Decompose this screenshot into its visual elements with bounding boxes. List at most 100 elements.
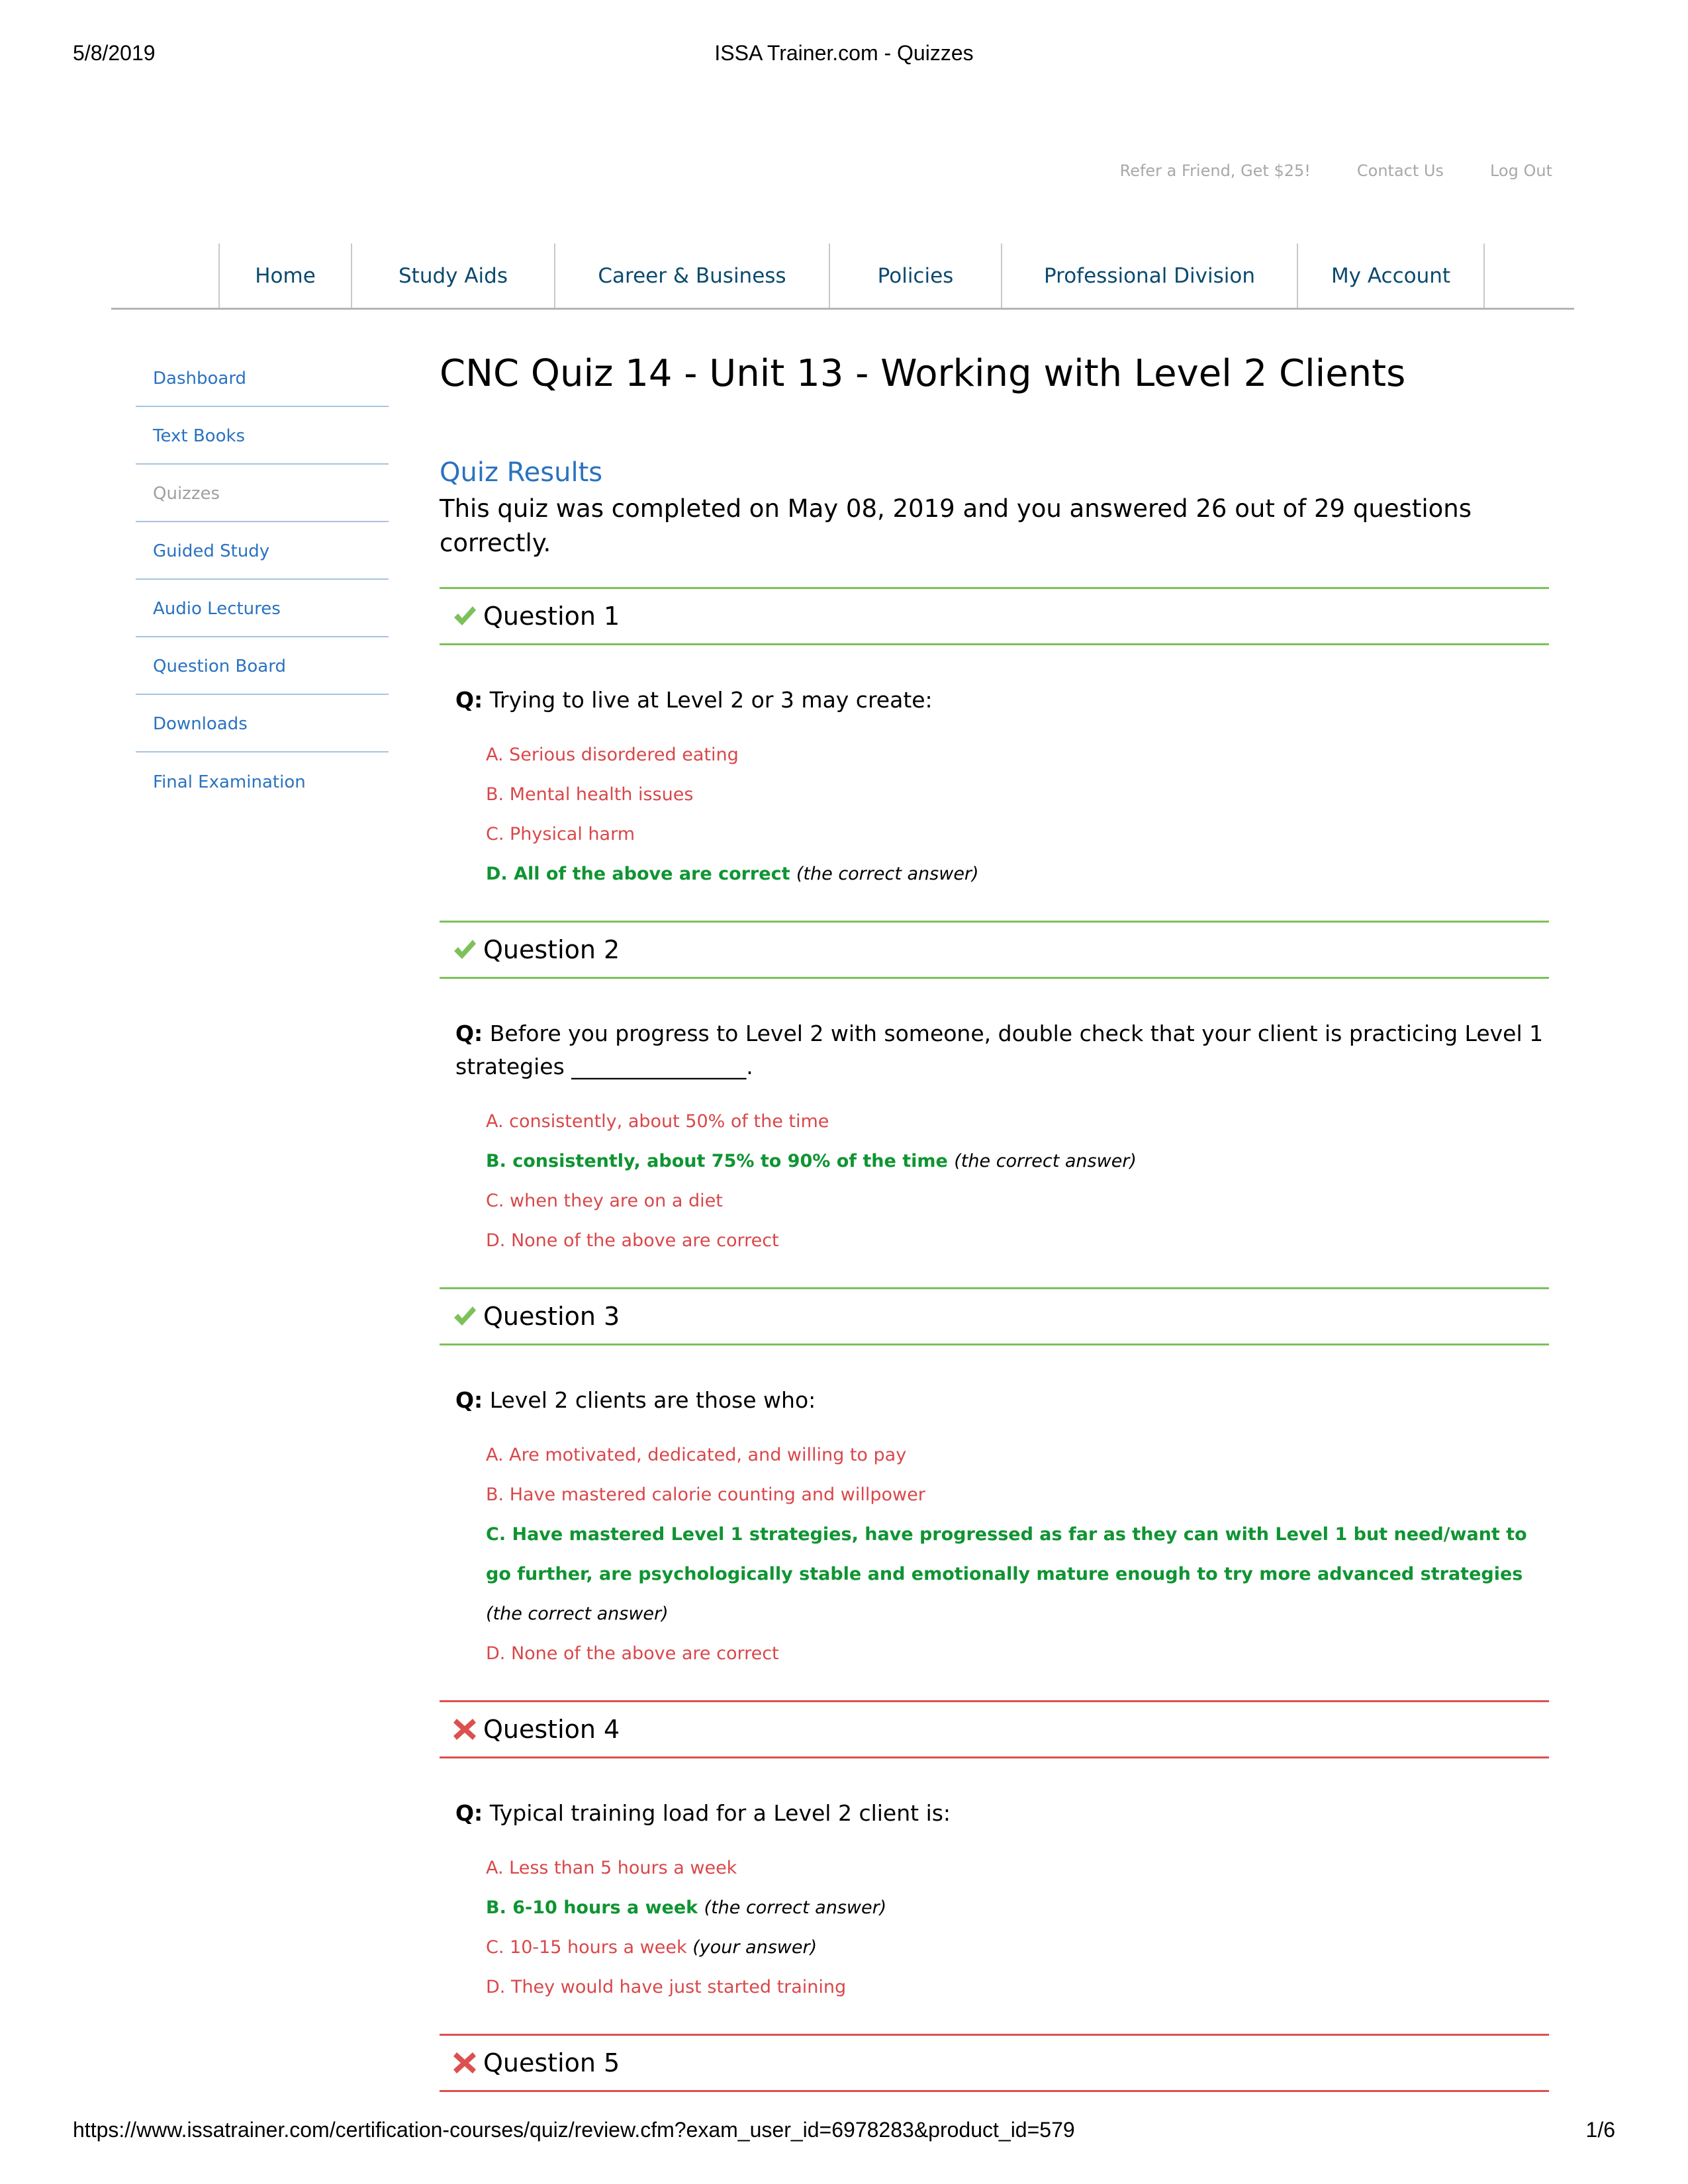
your-answer-note: (your answer) [692, 1937, 818, 1958]
sidebar-item-text-books[interactable]: Text Books [136, 408, 389, 465]
sidebar-item-label[interactable]: Question Board [153, 657, 286, 676]
log-out-link[interactable]: Log Out [1490, 161, 1552, 180]
question-block: Question 4 Q: Typical training load for a… [440, 1700, 1549, 2007]
question-body: Level 2 clients are those who: [489, 1387, 816, 1413]
answer-list: A. Serious disordered eating B. Mental he… [440, 717, 1549, 894]
nav-home[interactable]: Home [220, 244, 352, 308]
question-block: Question 1 Q: Trying to live at Level 2 o… [440, 587, 1549, 894]
refer-friend-link[interactable]: Refer a Friend, Get $25! [1120, 161, 1311, 180]
question-prefix: Q: [455, 1800, 483, 1826]
question-header: Question 2 [440, 921, 1549, 979]
question-label: Question 4 [483, 1715, 620, 1744]
answer-option: B. Have mastered calorie counting and wi… [486, 1475, 1549, 1515]
correct-answer-note: (the correct answer) [486, 1604, 669, 1624]
check-icon [451, 603, 478, 629]
answer-option: B. Mental health issues [486, 775, 1549, 815]
answer-option: C. Physical harm [486, 815, 1549, 854]
question-label: Question 2 [483, 935, 620, 964]
answer-option: C. 10-15 hours a week (your answer) [486, 1928, 1549, 1968]
sidebar-item-guided-study[interactable]: Guided Study [136, 523, 389, 580]
question-block: Question 3 Q: Level 2 clients are those w… [440, 1287, 1549, 1674]
nav-career-business[interactable]: Career & Business [555, 244, 830, 308]
sidebar-item-downloads[interactable]: Downloads [136, 696, 389, 752]
question-label: Question 5 [483, 2048, 620, 2077]
answer-text: B. Mental health issues [486, 784, 694, 805]
question-block: Question 5 [440, 2034, 1549, 2092]
print-url: https://www.issatrainer.com/certificatio… [73, 2118, 1075, 2142]
sidebar-item-label[interactable]: Audio Lectures [153, 599, 281, 619]
answer-text: D. They would have just started training [486, 1977, 847, 1997]
question-text: Q: Typical training load for a Level 2 c… [440, 1758, 1549, 1830]
question-body: Trying to live at Level 2 or 3 may creat… [489, 687, 933, 713]
answer-option: A. Serious disordered eating [486, 735, 1549, 775]
question-prefix: Q: [455, 1387, 483, 1413]
sidebar-item-audio-lectures[interactable]: Audio Lectures [136, 581, 389, 637]
nav-study-aids[interactable]: Study Aids [352, 244, 555, 308]
sidebar-item-label[interactable]: Guided Study [153, 541, 269, 561]
answer-text: A. consistently, about 50% of the time [486, 1111, 829, 1132]
sidebar-item-label[interactable]: Dashboard [153, 369, 246, 388]
question-text: Q: Trying to live at Level 2 or 3 may cr… [440, 645, 1549, 717]
answer-option-correct: B. 6-10 hours a week (the correct answer… [486, 1888, 1549, 1928]
question-label: Question 1 [483, 602, 620, 631]
question-label: Question 3 [483, 1302, 620, 1331]
question-spacer [440, 1261, 1549, 1287]
answer-option: D. None of the above are correct [486, 1221, 1549, 1261]
answer-text: B. consistently, about 75% to 90% of the… [486, 1151, 948, 1171]
sidebar-item-quizzes[interactable]: Quizzes [136, 466, 389, 522]
question-spacer [440, 1674, 1549, 1700]
correct-answer-note: (the correct answer) [954, 1151, 1137, 1171]
answer-text: A. Serious disordered eating [486, 745, 739, 765]
answer-text: B. 6-10 hours a week [486, 1897, 698, 1918]
nav-my-account[interactable]: My Account [1298, 244, 1485, 308]
answer-text: D. None of the above are correct [486, 1643, 779, 1664]
answer-text: A. Are motivated, dedicated, and willing… [486, 1445, 907, 1465]
question-header: Question 4 [440, 1700, 1549, 1758]
answer-option-correct: C. Have mastered Level 1 strategies, hav… [486, 1515, 1549, 1634]
sidebar-item-final-examination[interactable]: Final Examination [136, 754, 389, 810]
question-text: Q: Level 2 clients are those who: [440, 1345, 1549, 1417]
answer-text: C. Have mastered Level 1 strategies, hav… [486, 1524, 1527, 1584]
answer-option: D. They would have just started training [486, 1968, 1549, 2007]
question-list: Question 1 Q: Trying to live at Level 2 o… [440, 587, 1549, 2092]
question-prefix: Q: [455, 687, 483, 713]
sidebar-item-label[interactable]: Downloads [153, 714, 248, 734]
answer-option-correct: D. All of the above are correct (the cor… [486, 854, 1549, 894]
x-icon [451, 2050, 478, 2076]
sidebar: Dashboard Text Books Quizzes Guided Stud… [136, 351, 389, 811]
page-title: CNC Quiz 14 - Unit 13 - Working with Lev… [440, 352, 1406, 395]
answer-text: C. when they are on a diet [486, 1191, 723, 1211]
question-spacer [440, 2007, 1549, 2034]
sidebar-item-question-board[interactable]: Question Board [136, 639, 389, 695]
check-icon [451, 936, 478, 963]
sidebar-item-label[interactable]: Final Examination [153, 772, 306, 792]
question-body: Typical training load for a Level 2 clie… [489, 1800, 951, 1826]
quiz-results-summary: This quiz was completed on May 08, 2019 … [440, 494, 1472, 557]
nav-policies[interactable]: Policies [830, 244, 1002, 308]
answer-list: A. consistently, about 50% of the time B.… [440, 1083, 1549, 1261]
answer-option: D. None of the above are correct [486, 1634, 1549, 1674]
question-header: Question 5 [440, 2034, 1549, 2092]
print-title: ISSA Trainer.com - Quizzes [714, 41, 974, 65]
utility-links: Refer a Friend, Get $25! Contact Us Log … [1074, 161, 1552, 180]
answer-text: B. Have mastered calorie counting and wi… [486, 1484, 925, 1505]
nav-professional-division[interactable]: Professional Division [1002, 244, 1298, 308]
sidebar-item-dashboard[interactable]: Dashboard [136, 351, 389, 407]
answer-text: A. Less than 5 hours a week [486, 1858, 737, 1878]
answer-option: A. Are motivated, dedicated, and willing… [486, 1435, 1549, 1475]
answer-text: D. All of the above are correct [486, 864, 790, 884]
sidebar-item-label[interactable]: Quizzes [153, 484, 220, 504]
question-header: Question 3 [440, 1287, 1549, 1345]
answer-list: A. Less than 5 hours a week B. 6-10 hours… [440, 1830, 1549, 2007]
sidebar-item-label[interactable]: Text Books [153, 426, 245, 446]
check-icon [451, 1303, 478, 1330]
contact-us-link[interactable]: Contact Us [1357, 161, 1444, 180]
correct-answer-note: (the correct answer) [796, 864, 979, 884]
question-header: Question 1 [440, 587, 1549, 645]
question-body: Before you progress to Level 2 with some… [455, 1021, 1544, 1079]
main-nav: Home Study Aids Career & Business Polici… [111, 244, 1574, 310]
question-text: Q: Before you progress to Level 2 with s… [440, 979, 1549, 1083]
answer-text: C. 10-15 hours a week [486, 1937, 687, 1958]
question-spacer [440, 894, 1549, 921]
answer-list: A. Are motivated, dedicated, and willing… [440, 1417, 1549, 1674]
